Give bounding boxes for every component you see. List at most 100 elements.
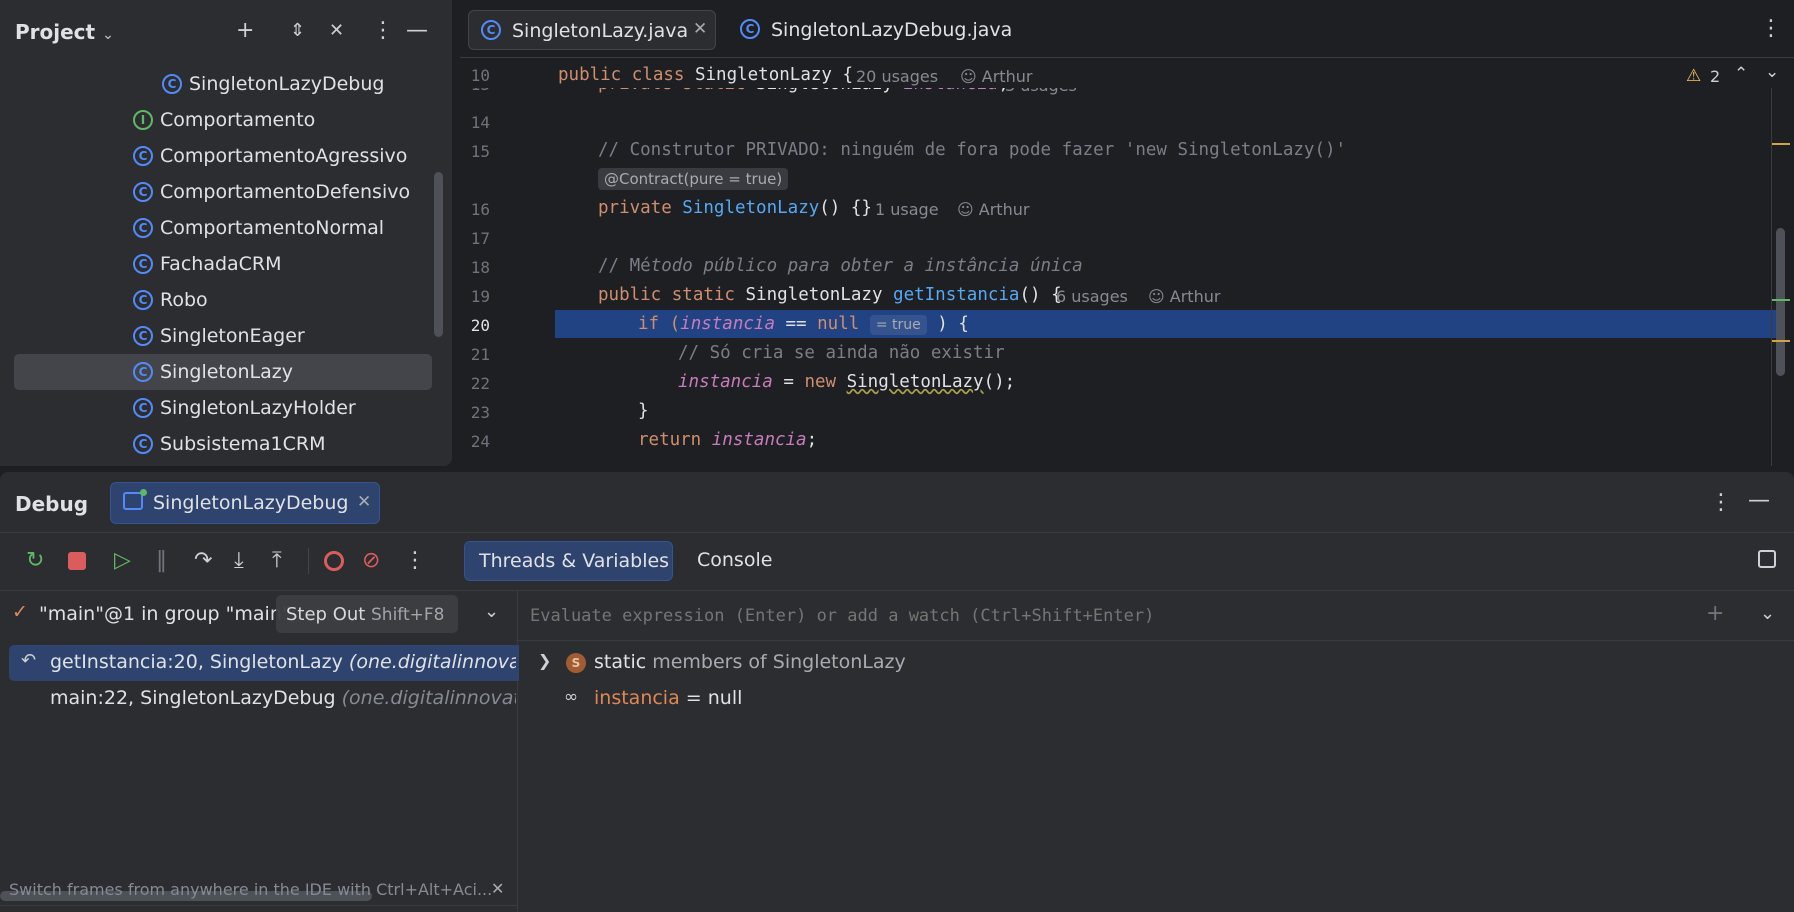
thread-selector[interactable]: "main"@1 in group "main": R <box>39 603 304 625</box>
line-number: 21 <box>470 345 490 364</box>
code-line-23[interactable]: } <box>638 401 649 421</box>
tree-item-label: ComportamentoNormal <box>160 217 385 239</box>
code-line-19[interactable]: public static SingletonLazy getInstancia… <box>598 285 1062 305</box>
code-line-21[interactable]: // Só cria se ainda não existir <box>678 343 1005 363</box>
tree-scrollbar[interactable] <box>434 172 443 337</box>
code-line-10[interactable]: public class SingletonLazy { <box>558 65 853 85</box>
stop-icon[interactable] <box>68 552 86 570</box>
more-actions-icon[interactable]: ⋮ <box>404 548 426 573</box>
tree-item-comportamentoagressivo[interactable]: C ComportamentoAgressivo <box>14 138 432 174</box>
code-line-22[interactable]: instancia = new SingletonLazy(); <box>678 372 1015 392</box>
code-line-24[interactable]: return instancia; <box>638 430 817 450</box>
hide-debug-icon[interactable]: — <box>1748 488 1770 513</box>
tree-item-singletonlazydebug[interactable]: C SingletonLazyDebug <box>14 66 432 102</box>
view-breakpoints-icon[interactable] <box>324 551 344 571</box>
close-hint-icon[interactable]: ✕ <box>491 879 504 898</box>
tooltip-shortcut: Shift+F8 <box>371 605 445 625</box>
frame-method: getInstancia:20, SingletonLazy <box>50 651 349 673</box>
warning-icon[interactable]: ⚠ <box>1686 66 1701 86</box>
resume-icon[interactable]: ▷ <box>114 548 131 573</box>
frame-row[interactable]: main:22, SingletonLazyDebug (one.digital… <box>9 681 519 717</box>
more-options-icon[interactable]: ⋮ <box>372 18 394 43</box>
add-watch-icon[interactable]: + <box>1706 601 1724 626</box>
variable-value: = null <box>679 687 743 709</box>
code-line-20[interactable]: if (instancia == null = true ) { <box>638 314 969 335</box>
sticky-header-line: 10 public class SingletonLazy { 20 usage… <box>460 62 1780 88</box>
tree-item-singletoneager[interactable]: C SingletonEager <box>14 318 432 354</box>
code-line-18[interactable]: // Método público para obter a instância… <box>598 256 1083 276</box>
thread-check-icon: ✓ <box>12 601 28 623</box>
author-hint[interactable]: ☺ Arthur <box>1148 287 1220 306</box>
eval-dropdown-icon[interactable]: ⌄ <box>1760 603 1775 624</box>
evaluate-expression-input[interactable] <box>530 601 1680 631</box>
tab-options-icon[interactable]: ⋮ <box>1760 16 1782 41</box>
project-title-dropdown[interactable]: Project ⌄ <box>15 20 114 44</box>
usages-hint[interactable]: 1 usage <box>875 200 939 219</box>
code-line-15[interactable]: // Construtor PRIVADO: ninguém de fora p… <box>598 140 1346 160</box>
author-hint[interactable]: ☺ Arthur <box>957 200 1029 219</box>
code-line-16[interactable]: private SingletonLazy() {} <box>598 198 872 218</box>
expand-all-icon[interactable]: ⇕ <box>290 20 305 41</box>
warning-marker[interactable] <box>1772 143 1790 145</box>
tab-label: SingletonLazy.java <box>512 20 689 42</box>
prev-highlight-icon[interactable]: ⌃ <box>1734 64 1748 84</box>
editor-scrollbar[interactable] <box>1776 228 1785 376</box>
tab-singletonlazydebug-java[interactable]: C SingletonLazyDebug.java <box>728 10 1018 50</box>
tab-singletonlazy-java[interactable]: C SingletonLazy.java ✕ <box>468 10 716 50</box>
project-panel: Project ⌄ + ⇕ ✕ ⋮ — C SingletonLazyDebug… <box>0 0 452 466</box>
warning-count: 2 <box>1710 67 1721 86</box>
frame-package: (one.digitalinnovatio <box>348 651 516 673</box>
new-file-icon[interactable]: + <box>236 18 254 43</box>
layout-settings-icon[interactable] <box>1758 550 1776 568</box>
pause-icon[interactable]: ‖ <box>156 548 167 573</box>
mute-breakpoints-icon[interactable]: ⊘ <box>362 548 380 573</box>
contract-inlay-hint[interactable]: @Contract(pure = true) <box>598 168 789 190</box>
tree-item-subsistema1crm[interactable]: C Subsistema1CRM <box>14 426 432 462</box>
line-number: 23 <box>470 403 490 422</box>
line-number: 14 <box>470 113 490 132</box>
step-into-icon[interactable]: ⤓ <box>234 548 244 573</box>
line-number: 10 <box>470 66 490 85</box>
frames-hint-text: Switch frames from anywhere in the IDE w… <box>9 880 493 899</box>
usages-hint[interactable]: 20 usages <box>856 67 938 86</box>
run-class-icon: C <box>740 19 760 39</box>
debug-session-tab[interactable]: SingletonLazyDebug ✕ <box>110 482 380 524</box>
tab-console[interactable]: Console <box>697 549 772 571</box>
expand-icon[interactable]: ❯ <box>538 651 551 670</box>
variable-row-instancia[interactable]: ∞ instancia = null <box>518 681 1794 717</box>
variable-row-static[interactable]: ❯ S static members of SingletonLazy <box>518 645 1794 681</box>
author-hint[interactable]: ☺ Arthur <box>960 67 1032 86</box>
thread-dropdown-icon[interactable]: ⌄ <box>484 601 499 622</box>
warning-marker[interactable] <box>1772 340 1790 342</box>
tab-threads-variables[interactable]: Threads & Variables <box>464 541 673 581</box>
frames-pane: ✓ "main"@1 in group "main": R Step Out S… <box>0 590 519 912</box>
tree-item-comportamentonormal[interactable]: C ComportamentoNormal <box>14 210 432 246</box>
tree-item-singletonlazy[interactable]: C SingletonLazy <box>14 354 432 390</box>
change-marker[interactable] <box>1772 299 1790 301</box>
next-highlight-icon[interactable]: ⌄ <box>1765 62 1779 82</box>
tree-item-comportamentodefensivo[interactable]: C ComportamentoDefensivo <box>14 174 432 210</box>
debug-panel: Debug SingletonLazyDebug ✕ ⋮ — ↻ ▷ ‖ ↷ ⤓… <box>0 472 1794 912</box>
tree-item-label: ComportamentoDefensivo <box>160 181 411 203</box>
tree-item-comportamento[interactable]: I Comportamento <box>14 102 432 138</box>
frame-row-selected[interactable]: ↶ getInstancia:20, SingletonLazy (one.di… <box>9 645 519 681</box>
debug-options-icon[interactable]: ⋮ <box>1710 490 1732 515</box>
step-over-icon[interactable]: ↷ <box>194 548 212 573</box>
line-number: 15 <box>470 142 490 161</box>
project-header: Project ⌄ + ⇕ ✕ ⋮ — <box>0 0 452 64</box>
tree-item-singletonlazyholder[interactable]: C SingletonLazyHolder <box>14 390 432 426</box>
step-out-icon[interactable]: ⤒ <box>272 548 282 573</box>
hint-divider <box>0 905 518 906</box>
tree-item-label: SingletonLazyDebug <box>189 73 385 95</box>
close-tab-icon[interactable]: ✕ <box>693 19 707 39</box>
tree-item-robo[interactable]: C Robo <box>14 282 432 318</box>
tree-item-label: SingletonEager <box>160 325 305 347</box>
rerun-icon[interactable]: ↻ <box>26 548 44 573</box>
tree-item-fachadacrm[interactable]: C FachadaCRM <box>14 246 432 282</box>
hide-panel-icon[interactable]: — <box>406 18 428 43</box>
tree-item-label: Comportamento <box>160 109 316 131</box>
collapse-all-icon[interactable]: ✕ <box>329 20 344 41</box>
usages-hint[interactable]: 6 usages <box>1056 287 1128 306</box>
close-session-icon[interactable]: ✕ <box>357 492 371 512</box>
class-icon: C <box>133 434 153 454</box>
